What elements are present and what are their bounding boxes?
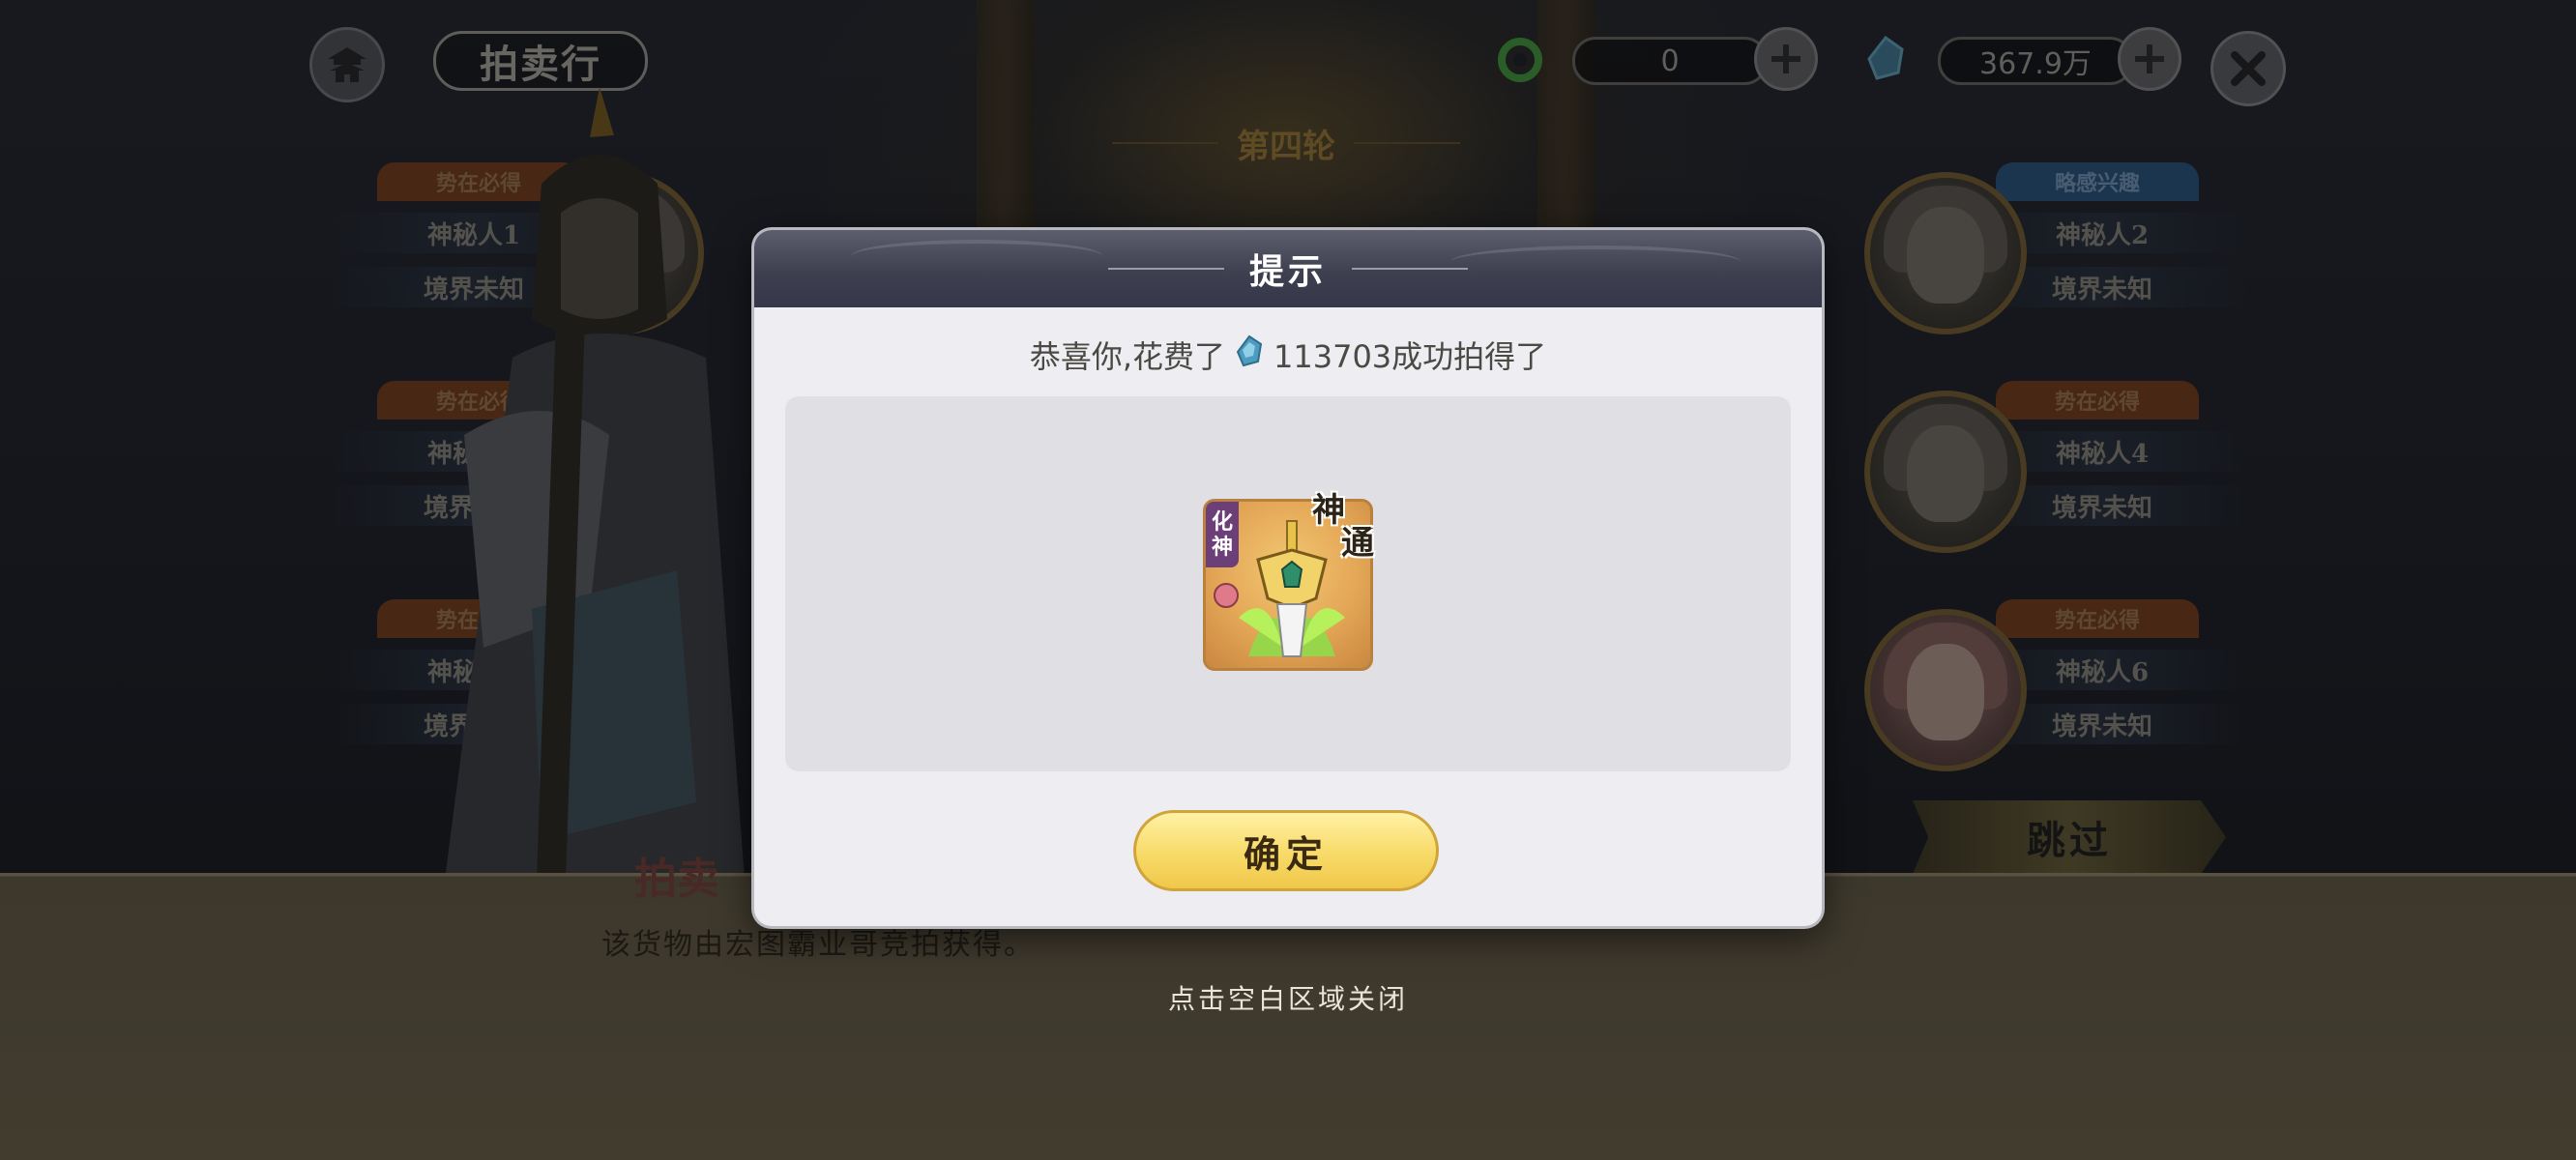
close-hint: 点击空白区域关闭 xyxy=(1167,983,1408,1015)
confirm-button[interactable]: 确定 xyxy=(1133,810,1439,891)
auction-scene: 拍卖行 0 367.9万 第四轮 势在必得 神秘人1 境界未知 势在必得 略感兴… xyxy=(0,0,2576,1160)
result-dialog: 提示 恭喜你,花费了 113703成功拍得了 化 神 神 通 确定 xyxy=(754,230,1822,926)
lock-badge-icon xyxy=(1214,583,1239,608)
message-prefix: 恭喜你,花费了 xyxy=(1029,338,1225,375)
spirit-stone-icon xyxy=(1235,334,1264,375)
dialog-title: 提示 xyxy=(1248,251,1327,292)
message-suffix: 113703成功拍得了 xyxy=(1273,338,1547,375)
item-card[interactable]: 化 神 神 通 xyxy=(1203,494,1374,671)
result-message: 恭喜你,花费了 113703成功拍得了 xyxy=(754,331,1822,379)
item-type-label: 神 通 xyxy=(1312,491,1374,563)
reward-panel: 化 神 神 通 xyxy=(785,396,1791,771)
